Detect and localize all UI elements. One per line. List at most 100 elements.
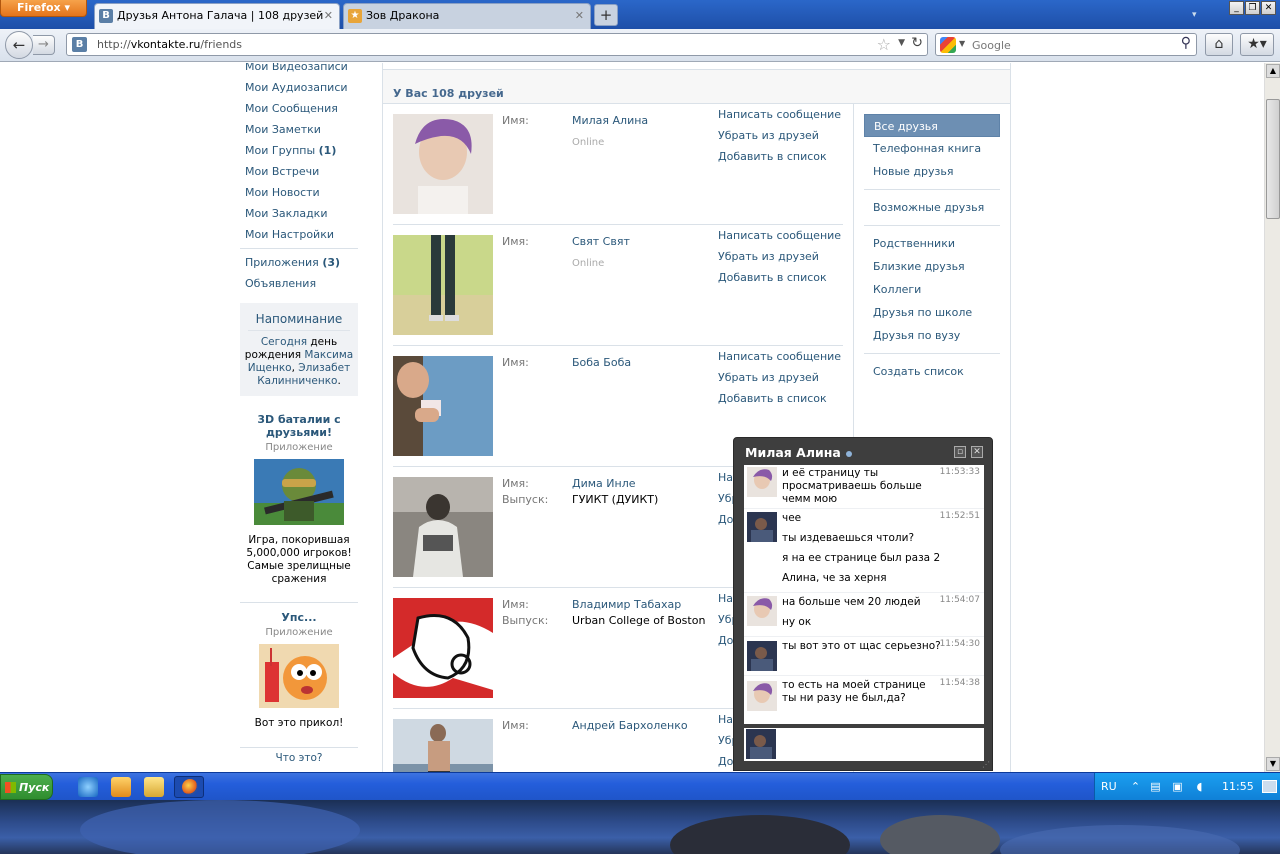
filter-new-friends[interactable]: Новые друзья bbox=[864, 160, 1000, 183]
menu-settings[interactable]: Мои Настройки bbox=[240, 224, 358, 245]
start-button[interactable]: Пуск bbox=[0, 774, 53, 800]
search-icon[interactable]: ⚲ bbox=[1181, 35, 1191, 51]
chat-title[interactable]: Милая Алина bbox=[745, 445, 852, 460]
avatar[interactable] bbox=[747, 512, 777, 542]
friend-photo[interactable] bbox=[393, 235, 493, 335]
chat-log[interactable]: и её страницу ты просматриваешь больше ч… bbox=[744, 465, 984, 724]
menu-messages[interactable]: Мои Сообщения bbox=[240, 98, 358, 119]
folder-icon[interactable] bbox=[144, 777, 164, 797]
home-button[interactable]: ⌂ bbox=[1205, 33, 1233, 56]
write-message-link[interactable]: Написать сообщение bbox=[718, 346, 841, 367]
avatar[interactable] bbox=[747, 467, 777, 497]
friend-name-link[interactable]: Владимир Табахар bbox=[572, 598, 681, 611]
friend-photo[interactable] bbox=[393, 598, 493, 698]
tab-friends[interactable]: B Друзья Антона Галача | 108 друзей ✕ bbox=[94, 3, 340, 29]
online-status: Online bbox=[572, 258, 605, 269]
network-icon[interactable]: ▣ bbox=[1171, 780, 1184, 793]
friend-name-link[interactable]: Андрей Бархоленко bbox=[572, 719, 688, 732]
menu-apps[interactable]: Приложения (3) bbox=[240, 252, 358, 273]
friend-name-link[interactable]: Дима Инле bbox=[572, 477, 636, 490]
scroll-down-icon[interactable]: ▼ bbox=[1266, 757, 1280, 771]
bookmark-star-icon[interactable]: ☆ bbox=[877, 35, 891, 54]
friend-name-link[interactable]: Свят Свят bbox=[572, 235, 630, 248]
language-indicator[interactable]: RU bbox=[1101, 780, 1117, 793]
url-text[interactable]: http://vkontakte.ru/friends bbox=[97, 38, 242, 51]
add-to-list-link[interactable]: Добавить в список bbox=[718, 146, 827, 167]
filter-relatives[interactable]: Родственники bbox=[864, 232, 1000, 255]
remove-friend-link[interactable]: Убрать из друзей bbox=[718, 125, 819, 146]
restore-window-button[interactable]: ❐ bbox=[1245, 1, 1260, 15]
filter-school-friends[interactable]: Друзья по школе bbox=[864, 301, 1000, 324]
tray-expand-icon[interactable]: ⌃ bbox=[1129, 780, 1142, 793]
app-cartoon-image[interactable] bbox=[259, 644, 339, 708]
friend-photo[interactable] bbox=[393, 356, 493, 456]
menu-notes[interactable]: Мои Заметки bbox=[240, 119, 358, 140]
friend-photo[interactable] bbox=[393, 114, 493, 214]
reminder-today-link[interactable]: Сегодня bbox=[261, 336, 307, 348]
firefox-task-button[interactable] bbox=[174, 776, 204, 798]
clock[interactable]: 11:55 bbox=[1222, 780, 1254, 793]
add-to-list-link[interactable]: Добавить в список bbox=[718, 267, 827, 288]
minimize-chat-icon[interactable]: ▫ bbox=[954, 446, 966, 458]
avatar[interactable] bbox=[747, 681, 777, 711]
firefox-menu-button[interactable]: Firefox ▾ bbox=[0, 0, 87, 17]
write-message-link[interactable]: Написать сообщение bbox=[718, 225, 841, 246]
search-bar[interactable]: ▼ Google ⚲ bbox=[935, 33, 1197, 56]
app-battle-image[interactable] bbox=[254, 459, 344, 525]
menu-videos[interactable]: Мои Видеозаписи bbox=[240, 63, 358, 77]
menu-ads[interactable]: Объявления bbox=[240, 273, 358, 294]
internet-explorer-icon[interactable] bbox=[78, 777, 98, 797]
engine-dropdown-icon[interactable]: ▼ bbox=[959, 39, 965, 48]
create-list-link[interactable]: Создать список bbox=[864, 360, 1000, 383]
close-chat-icon[interactable]: ✕ bbox=[971, 446, 983, 458]
tab-game[interactable]: ★ Зов Дракона ✕ bbox=[343, 3, 591, 29]
resize-grip-icon[interactable]: ⋰ bbox=[982, 760, 990, 769]
friend-name-link[interactable]: Милая Алина bbox=[572, 114, 648, 127]
avatar[interactable] bbox=[747, 596, 777, 626]
site-identity-icon[interactable]: B bbox=[72, 37, 87, 52]
tab-list-icon[interactable]: ▾ bbox=[1192, 10, 1197, 20]
filter-phone-book[interactable]: Телефонная книга bbox=[864, 137, 1000, 160]
add-to-list-link[interactable]: Добавить в список bbox=[718, 388, 827, 409]
scroll-thumb[interactable] bbox=[1266, 99, 1280, 219]
app-title[interactable]: 3D баталии с друзьями! bbox=[240, 413, 358, 439]
menu-groups[interactable]: Мои Группы (1) bbox=[240, 140, 358, 161]
close-tab-icon[interactable]: ✕ bbox=[324, 4, 333, 28]
media-player-icon[interactable] bbox=[111, 777, 131, 797]
filter-close-friends[interactable]: Близкие друзья bbox=[864, 255, 1000, 278]
menu-bookmarks[interactable]: Мои Закладки bbox=[240, 203, 358, 224]
forward-button[interactable]: → bbox=[33, 35, 55, 55]
history-dropdown-icon[interactable]: ▼ bbox=[898, 38, 905, 48]
reload-icon[interactable]: ↻ bbox=[911, 35, 923, 51]
page-scrollbar[interactable]: ▲ ▼ bbox=[1264, 63, 1280, 772]
filter-university-friends[interactable]: Друзья по вузу bbox=[864, 324, 1000, 347]
friend-photo[interactable] bbox=[393, 477, 493, 577]
app-title[interactable]: Упс... bbox=[240, 611, 358, 624]
show-desktop-icon[interactable] bbox=[1262, 780, 1277, 793]
close-tab-icon[interactable]: ✕ bbox=[575, 4, 584, 28]
scroll-up-icon[interactable]: ▲ bbox=[1266, 64, 1280, 78]
volume-icon[interactable]: ◖ bbox=[1193, 780, 1206, 793]
new-tab-button[interactable]: + bbox=[594, 4, 618, 26]
address-bar[interactable]: B http://vkontakte.ru/friends ☆ ▼ ↻ bbox=[66, 33, 928, 56]
remove-friend-link[interactable]: Убрать из друзей bbox=[718, 246, 819, 267]
filter-colleagues[interactable]: Коллеги bbox=[864, 278, 1000, 301]
google-engine-icon[interactable] bbox=[940, 37, 956, 53]
close-window-button[interactable]: ✕ bbox=[1261, 1, 1276, 15]
back-button[interactable]: ← bbox=[5, 31, 33, 59]
filter-possible-friends[interactable]: Возможные друзья bbox=[864, 196, 1000, 219]
filter-all-friends[interactable]: Все друзья bbox=[864, 114, 1000, 137]
bookmarks-button[interactable]: ★▾ bbox=[1240, 33, 1274, 56]
chat-input[interactable] bbox=[744, 728, 984, 761]
menu-events[interactable]: Мои Встречи bbox=[240, 161, 358, 182]
write-message-link[interactable]: Написать сообщение bbox=[718, 104, 841, 125]
what-is-this-link[interactable]: Что это? bbox=[240, 752, 358, 764]
remove-friend-link[interactable]: Убрать из друзей bbox=[718, 367, 819, 388]
menu-news[interactable]: Мои Новости bbox=[240, 182, 358, 203]
avatar[interactable] bbox=[747, 641, 777, 671]
minimize-window-button[interactable]: _ bbox=[1229, 1, 1244, 15]
clipboard-icon[interactable]: ▤ bbox=[1149, 780, 1162, 793]
menu-audio[interactable]: Мои Аудиозаписи bbox=[240, 77, 358, 98]
friend-name-link[interactable]: Боба Боба bbox=[572, 356, 631, 369]
friend-photo[interactable] bbox=[393, 719, 493, 772]
